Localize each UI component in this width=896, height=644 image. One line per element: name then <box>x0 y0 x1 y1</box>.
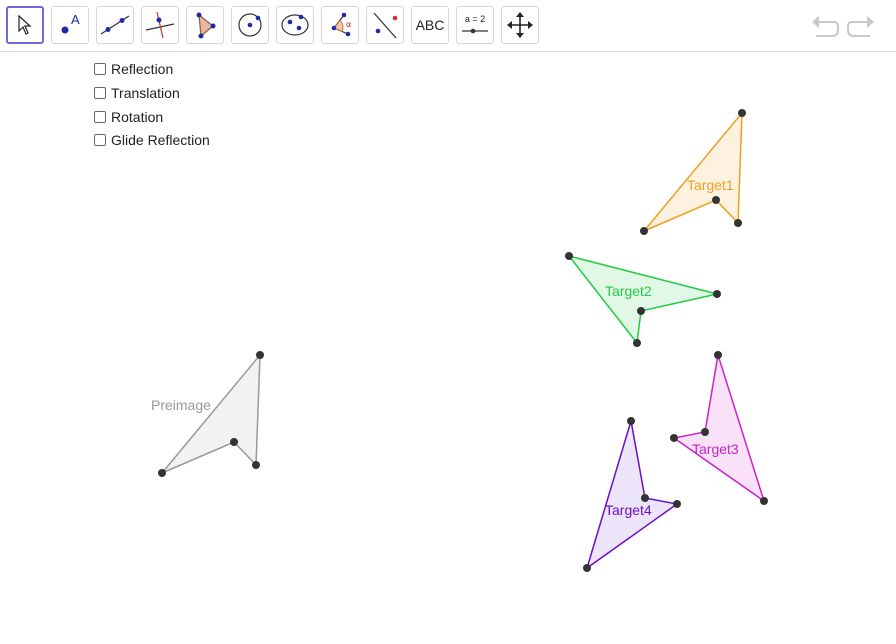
target2-vertex[interactable] <box>633 339 641 347</box>
target4-vertex[interactable] <box>673 500 681 508</box>
toolbar: A α ABC a = 2 <box>0 0 896 52</box>
polygon-icon <box>196 12 216 39</box>
slider-tool-label: a = 2 <box>465 14 485 24</box>
text-tool-button[interactable]: ABC <box>411 6 449 44</box>
target4-label: Target4 <box>605 502 652 518</box>
preimage-vertex[interactable] <box>252 461 260 469</box>
line-through-points-icon <box>100 15 130 35</box>
reflect-tool-button[interactable] <box>366 6 404 44</box>
angle-glyph: α <box>346 20 351 29</box>
point-tool-button[interactable]: A <box>51 6 89 44</box>
redo-button[interactable] <box>846 12 876 45</box>
text-tool-label: ABC <box>415 17 445 33</box>
target2-vertex[interactable] <box>565 252 573 260</box>
ellipse-tool-button[interactable] <box>276 6 314 44</box>
circle-tool-button[interactable] <box>231 6 269 44</box>
preimage-vertex[interactable] <box>230 438 238 446</box>
target1-shape[interactable]: Target1 <box>640 109 746 235</box>
target4-vertex[interactable] <box>641 494 649 502</box>
perpendicular-line-tool-button[interactable] <box>141 6 179 44</box>
preimage-shape[interactable]: Preimage <box>151 351 264 477</box>
slider-icon: a = 2 <box>462 14 488 34</box>
move-graphics-view-tool-button[interactable] <box>501 6 539 44</box>
target2-label: Target2 <box>605 283 652 299</box>
redo-icon <box>847 16 874 37</box>
target3-label: Target3 <box>692 441 739 457</box>
target3-shape[interactable]: Target3 <box>670 351 768 505</box>
target3-vertex[interactable] <box>670 434 678 442</box>
slider-tool-button[interactable]: a = 2 <box>456 6 494 44</box>
perpendicular-line-icon <box>145 11 175 39</box>
arrow-pointer-icon <box>18 14 32 35</box>
preimage-vertex[interactable] <box>256 351 264 359</box>
target2-vertex[interactable] <box>713 290 721 298</box>
preimage-label: Preimage <box>151 397 211 413</box>
move-arrows-icon <box>507 12 533 38</box>
point-icon: A <box>61 12 80 34</box>
line-tool-button[interactable] <box>96 6 134 44</box>
target1-vertex[interactable] <box>640 227 648 235</box>
angle-tool-button[interactable]: α <box>321 6 359 44</box>
target4-vertex[interactable] <box>583 564 591 572</box>
move-tool-button[interactable] <box>6 6 44 44</box>
undo-button[interactable] <box>810 12 840 45</box>
polygon-tool-button[interactable] <box>186 6 224 44</box>
graphics-view[interactable]: Preimage Target1 Target2 Target3 Target4 <box>0 53 896 644</box>
target1-label: Target1 <box>687 177 734 193</box>
target4-shape[interactable]: Target4 <box>583 417 681 572</box>
ellipse-icon <box>281 14 309 36</box>
target2-shape[interactable]: Target2 <box>565 252 721 347</box>
reflect-about-line-icon <box>373 12 398 39</box>
undo-icon <box>812 16 839 37</box>
target3-vertex[interactable] <box>701 428 709 436</box>
target3-vertex[interactable] <box>714 351 722 359</box>
target1-vertex[interactable] <box>712 196 720 204</box>
preimage-vertex[interactable] <box>158 469 166 477</box>
target3-vertex[interactable] <box>760 497 768 505</box>
circle-center-point-icon <box>238 13 262 37</box>
target1-vertex[interactable] <box>734 219 742 227</box>
target2-vertex[interactable] <box>637 307 645 315</box>
target1-vertex[interactable] <box>738 109 746 117</box>
target4-vertex[interactable] <box>627 417 635 425</box>
point-glyph: A <box>71 12 80 27</box>
angle-icon: α <box>331 12 351 37</box>
